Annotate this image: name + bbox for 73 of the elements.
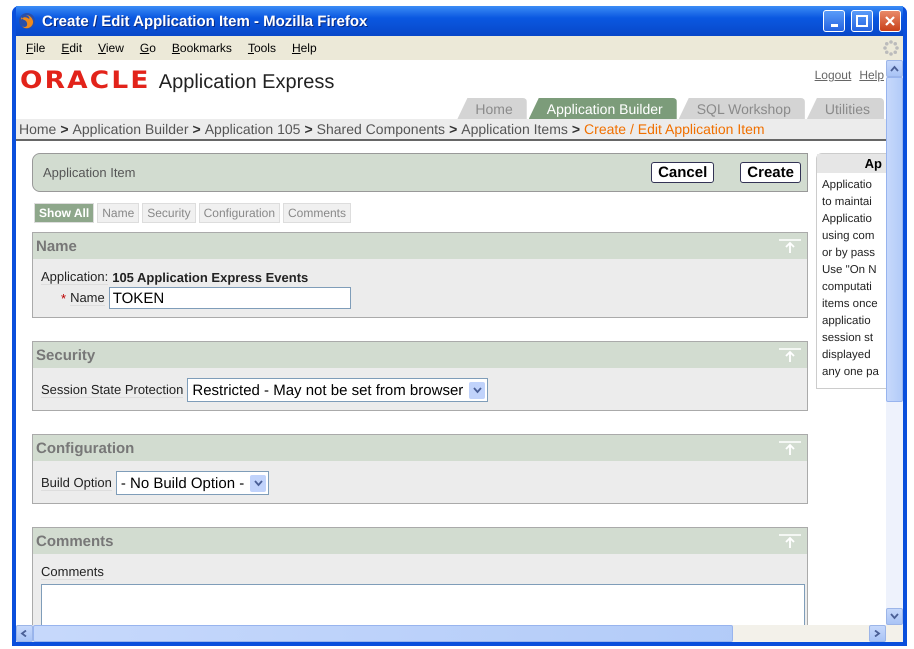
- chevron-down-icon: [254, 480, 263, 486]
- field-label: Application:: [41, 269, 108, 285]
- help-text: session st: [822, 331, 874, 346]
- help-title: Ap: [817, 154, 886, 173]
- breadcrumb-link[interactable]: Home: [19, 121, 56, 137]
- field-label: Comments: [41, 564, 104, 580]
- throbber-icon: [882, 39, 900, 57]
- chevron-down-icon: [472, 386, 482, 394]
- menu-item[interactable]: Bookmarks: [164, 39, 239, 57]
- comments-field[interactable]: [41, 584, 805, 625]
- breadcrumb-link[interactable]: Application Builder: [72, 121, 189, 137]
- top-arrow-icon[interactable]: [779, 441, 801, 455]
- help-text: using com: [822, 229, 874, 244]
- create-button[interactable]: Create: [740, 162, 801, 183]
- minimize-icon: [830, 24, 838, 26]
- required-mark: *: [61, 290, 66, 306]
- name-field[interactable]: TOKEN: [108, 287, 351, 309]
- breadcrumb-separator: >: [192, 121, 201, 137]
- select-field[interactable]: - No Build Option -: [116, 471, 270, 495]
- horizontal-scrollbar[interactable]: [16, 625, 903, 642]
- breadcrumb-separator: >: [572, 121, 580, 137]
- menu-item[interactable]: File: [19, 39, 52, 57]
- minimize-button[interactable]: [823, 10, 845, 32]
- field-value: 105 Application Express Events: [112, 270, 308, 284]
- field-label: Session State Protection: [41, 382, 184, 398]
- breadcrumb-link[interactable]: Shared Components: [316, 121, 446, 137]
- header-link[interactable]: Help: [859, 68, 884, 82]
- menu-item[interactable]: View: [91, 39, 131, 57]
- field-label: Build Option: [41, 475, 112, 491]
- chevron-up-icon: [890, 65, 899, 72]
- top-arrow-icon[interactable]: [779, 239, 801, 253]
- menu-item[interactable]: Help: [284, 39, 324, 57]
- breadcrumb-separator: >: [449, 121, 458, 137]
- product-name: Application Express: [158, 71, 334, 93]
- menu-item[interactable]: Tools: [240, 39, 283, 57]
- chevron-down-icon: [890, 613, 899, 620]
- help-text: computati: [822, 280, 872, 295]
- help-text: to maintai: [822, 195, 872, 210]
- menu-item[interactable]: Go: [132, 39, 163, 57]
- close-icon: [884, 15, 896, 27]
- help-text: Use "On N: [822, 263, 877, 278]
- help-text: or by pass: [822, 246, 876, 261]
- help-text: any one pa: [822, 365, 879, 380]
- section-title: Comments: [36, 532, 114, 550]
- section-title: Name: [36, 238, 77, 254]
- help-text: Applicatio: [822, 212, 872, 227]
- help-text: displayed: [822, 348, 871, 363]
- section-title: Configuration: [36, 440, 134, 456]
- maximize-icon: [856, 15, 868, 27]
- close-button[interactable]: [879, 10, 901, 32]
- breadcrumb-link[interactable]: Application 105: [204, 121, 300, 137]
- window-title: Create / Edit Application Item - Mozilla Firefox: [42, 12, 368, 30]
- select-field[interactable]: Restricted - May not be set from browser: [187, 378, 488, 402]
- maximize-button[interactable]: [851, 10, 873, 32]
- breadcrumb-separator: >: [60, 121, 69, 137]
- cancel-button[interactable]: Cancel: [651, 162, 714, 183]
- menu-item[interactable]: Edit: [54, 39, 90, 57]
- header-link[interactable]: Logout: [814, 68, 852, 82]
- help-text: applicatio: [822, 314, 871, 329]
- browser-logo-icon: [18, 12, 36, 30]
- vertical-scrollbar[interactable]: [886, 60, 903, 625]
- field-label: Name: [70, 290, 105, 306]
- region-title: Application Item: [43, 165, 136, 180]
- help-text: Applicatio: [822, 178, 872, 193]
- oracle-logo: ORACLE: [20, 66, 151, 94]
- breadcrumb-link[interactable]: Application Items: [461, 121, 568, 137]
- chevron-left-icon: [20, 630, 29, 637]
- help-text: items once: [822, 297, 878, 312]
- chevron-right-icon: [873, 630, 882, 637]
- section-title: Security: [36, 346, 96, 364]
- breadcrumb-separator: >: [304, 121, 313, 137]
- top-arrow-icon[interactable]: [779, 534, 801, 548]
- top-arrow-icon[interactable]: [779, 348, 801, 362]
